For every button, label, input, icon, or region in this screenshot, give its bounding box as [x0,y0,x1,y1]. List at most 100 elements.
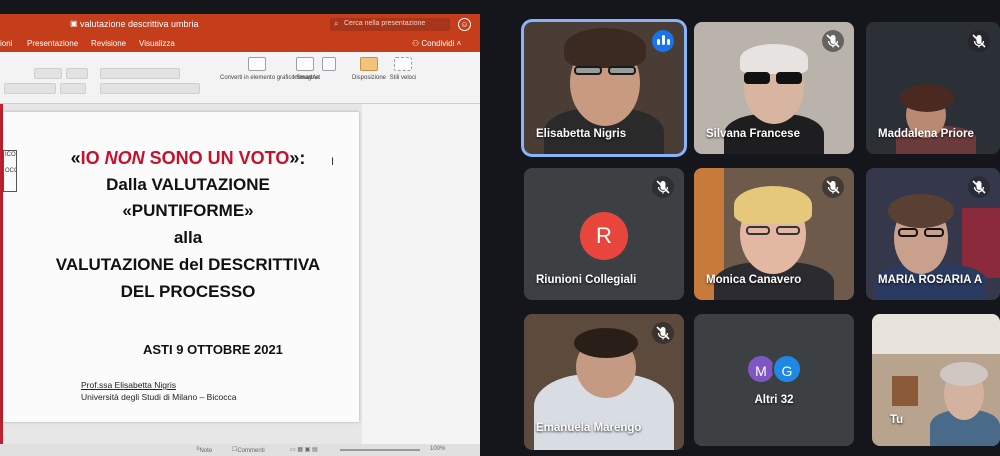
search-icon: ⌕ [334,19,339,28]
slide-title-line-6: DEL PROCESSO [120,282,256,301]
ppt-ribbon: Converti in elemento grafico SmartArt Im… [0,52,480,104]
video-glasses [898,228,918,237]
quick-styles-icon[interactable] [394,57,412,71]
video-hair [564,28,646,68]
mic-off-icon [822,30,844,52]
video-glasses [574,66,602,75]
mic-off-icon [968,30,990,52]
slide-io: IO [80,148,105,168]
video-background-frame [892,376,918,406]
share-button[interactable]: ⚇ Condividi ˄ [412,39,461,48]
current-slide[interactable]: ICONOCCA «IO NON SONO UN VOTO»: Dalla VA… [3,112,359,422]
participant-tile[interactable]: Emanuela Marengo [524,314,684,450]
slide-area: ICONOCCA «IO NON SONO UN VOTO»: Dalla VA… [0,104,480,444]
university-logo: ICONOCCA [3,150,17,192]
ppt-search-box[interactable]: ⌕ Cerca nella presentazione [330,18,450,31]
video-sunglasses [776,72,802,84]
zoom-slider[interactable] [340,449,420,451]
zoom-level[interactable]: 100% [430,446,445,452]
video-hair [574,328,638,358]
shape-icon[interactable] [322,57,336,71]
video-sunglasses [744,72,770,84]
participant-tile[interactable]: Maddalena Priore [866,22,1000,154]
ppt-menu-bar: ioni Presentazione Revisione Visualizza … [0,36,480,52]
ppt-title-bar: ▣ valutazione descrittiva umbria ⌕ Cerca… [0,14,480,36]
participant-name: Emanuela Marengo [536,422,642,434]
share-label: Condividi [421,39,455,48]
menu-item-revisione[interactable]: Revisione [91,39,126,48]
comments-button[interactable]: ☐ Commenti [232,446,265,454]
participant-tile[interactable]: Monica Canavero [694,168,854,300]
self-view-tile[interactable]: Tu [872,314,1000,446]
smartart-icon[interactable] [248,57,266,71]
ppt-status-bar: ≡ Note ☐ Commenti ▭ ▦ ▣ ▤ 100% [0,444,480,456]
alignment-buttons-group[interactable] [100,83,200,94]
quick-styles-label: Stili veloci [389,75,417,81]
video-ceiling [872,314,1000,354]
mic-off-icon [652,322,674,344]
slide-quote-close: »: [289,148,306,168]
slide-title-line-4: alla [173,228,203,247]
video-glasses [746,226,770,235]
slide-title-line-5: VALUTAZIONE del DESCRITTIVA [55,255,321,274]
menu-item-animazioni[interactable]: ioni [0,39,12,48]
participant-tile[interactable]: MARIA ROSARIA A [866,168,1000,300]
font-size-box[interactable] [34,68,62,79]
smartart-label: Converti in elemento grafico SmartArt [220,75,321,81]
notes-button[interactable]: ≡ Note [196,446,212,454]
list-buttons-group[interactable] [100,68,180,79]
view-buttons[interactable]: ▭ ▦ ▣ ▤ [290,446,318,453]
participant-avatar-g: G [772,354,802,384]
notes-label: Note [199,448,213,454]
video-hair [888,194,954,228]
slide-author: Prof.ssa Elisabetta Nigris [81,380,176,390]
video-glasses [608,66,636,75]
participant-name: Monica Canavero [706,274,802,286]
slide-date: ASTI 9 OTTOBRE 2021 [143,342,283,357]
participant-name: Silvana Francese [706,128,800,140]
slide-non: NON [104,148,145,168]
video-hair [734,186,812,224]
arrange-icon[interactable] [360,57,378,71]
others-count-label: Altri 32 [754,394,794,406]
image-label: Immagine [292,75,320,81]
smiley-icon[interactable]: ☺ [458,18,471,31]
slide-side-pane [362,104,480,444]
layout-label: Disposizione [351,75,387,81]
menu-item-presentazione[interactable]: Presentazione [27,39,78,48]
shared-screen-powerpoint: ▣ valutazione descrittiva umbria ⌕ Cerca… [0,14,480,456]
mic-off-icon [822,176,844,198]
slide-title-line-3: «PUNTIFORME» [122,201,254,220]
video-hair [940,362,988,386]
video-glasses [776,226,800,235]
participant-name: MARIA ROSARIA A [878,274,983,286]
participant-tile[interactable]: R Riunioni Collegiali [524,168,684,300]
mic-off-icon [652,176,674,198]
video-hair [740,44,808,74]
ppt-window-title: valutazione descrittiva umbria [80,19,199,29]
comments-label: Commenti [237,448,265,454]
share-icon: ⚇ [412,39,422,48]
self-name: Tu [890,414,904,426]
ppt-search-placeholder: Cerca nella presentazione [344,20,426,27]
slide-quote-open: « [70,148,81,168]
font-color-button[interactable] [60,83,86,94]
video-hair [900,84,954,112]
slide-title-line-1: «IO NON SONO UN VOTO»: [17,148,359,169]
participant-tile[interactable]: Elisabetta Nigris [524,22,684,154]
participant-name: Riunioni Collegiali [536,274,637,286]
ppt-file-icon: ▣ [70,19,78,28]
participant-name: Maddalena Priore [878,128,974,140]
chevron-up-icon: ˄ [454,39,462,48]
video-glasses [924,228,944,237]
slide-university: Università degli Studi di Milano – Bicoc… [81,392,237,402]
slide-title-line-2: Dalla VALUTAZIONE [106,175,270,194]
mic-off-icon [968,176,990,198]
font-format-group[interactable] [4,83,56,94]
menu-item-visualizza[interactable]: Visualizza [139,39,175,48]
font-grow-button[interactable] [66,68,88,79]
participant-tile[interactable]: Silvana Francese [694,22,854,154]
slide-sono-un-voto: SONO UN VOTO [144,148,290,168]
image-icon[interactable] [296,57,314,71]
participant-tile[interactable]: M G Altri 32 [694,314,854,446]
